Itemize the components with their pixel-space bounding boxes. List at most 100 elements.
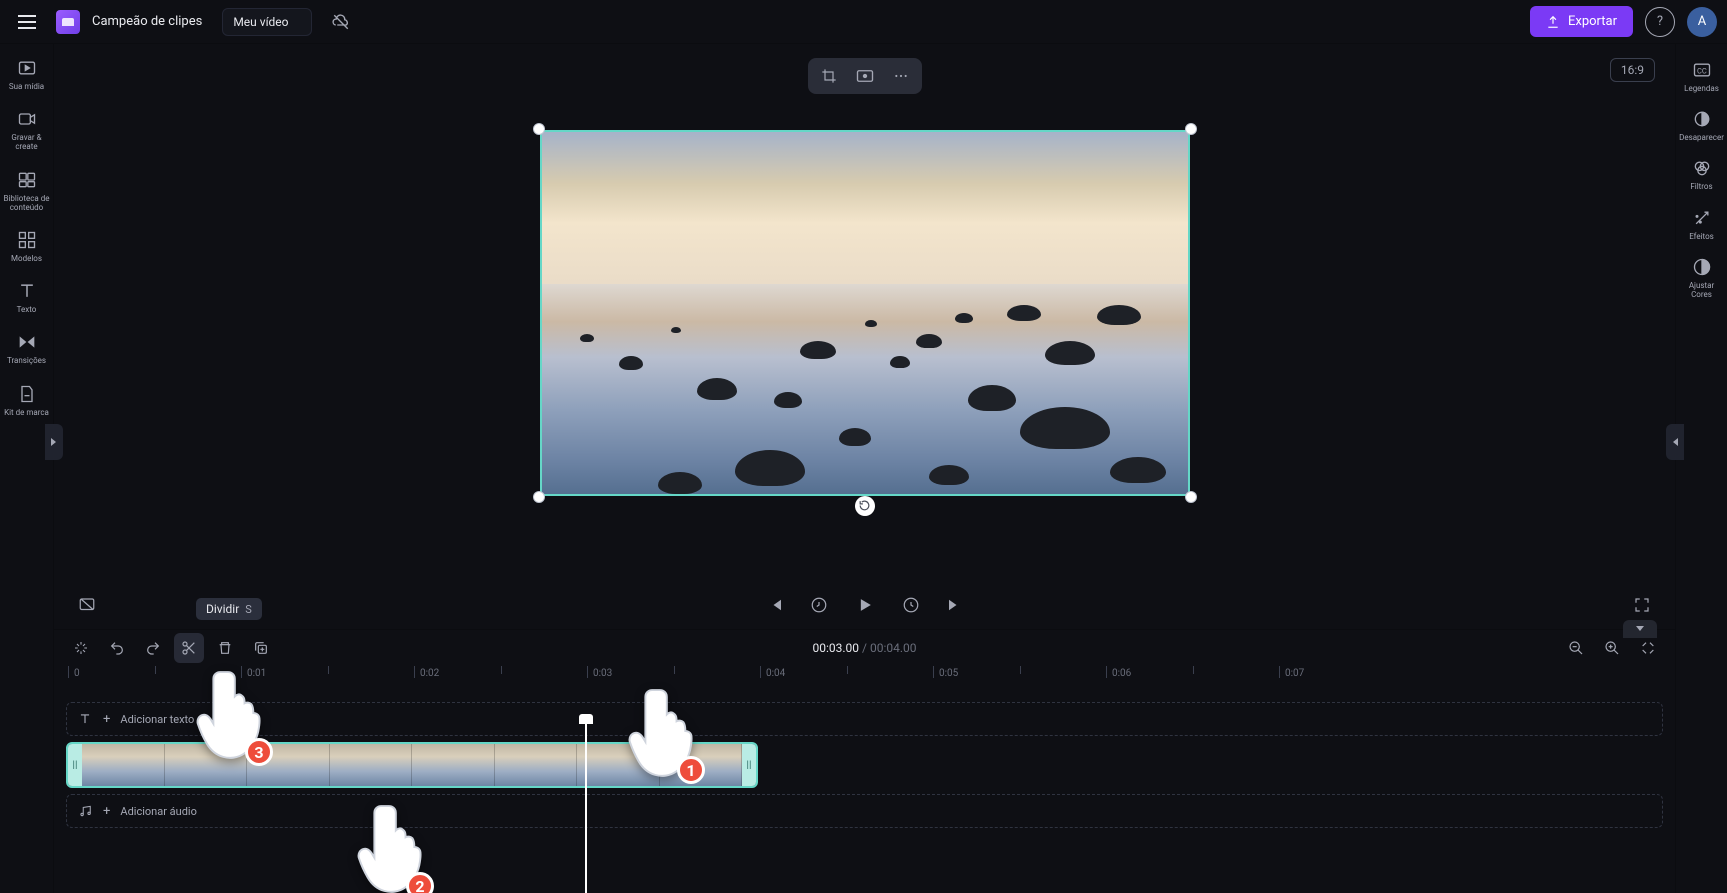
sidebar-item-record-create[interactable]: Gravar & create [1,103,53,157]
music-icon [77,803,93,819]
zoom-in-button[interactable] [1597,633,1627,663]
timeline-time: 00:03.00 / 00:04.00 [813,641,917,655]
sidebar-item-templates[interactable]: Modelos [1,224,53,269]
resize-handle-br[interactable] [1186,492,1196,502]
sidebar-item-label: Filtros [1690,182,1712,191]
sidebar-item-content-library[interactable]: Biblioteca de conteúdo [1,164,53,218]
fade-icon [1692,109,1712,129]
playhead[interactable] [585,714,587,893]
skip-start-button[interactable] [760,590,790,620]
redo-icon [145,640,161,656]
help-button[interactable]: ? [1645,7,1675,37]
clip-handle-right[interactable]: || [742,744,756,786]
ruler-label: 0:01 [247,668,266,679]
sidebar-item-label: Legendas [1684,84,1719,93]
undo-icon [109,640,125,656]
fit-icon [856,68,874,84]
upload-icon [1546,15,1560,29]
sidebar-item-brand-kit[interactable]: Kit de marca [1,378,53,423]
menu-button[interactable] [10,5,44,39]
sidebar-item-filters[interactable]: Filtros [1676,152,1727,197]
crop-icon [821,68,837,84]
resize-handle-tr[interactable] [1186,124,1196,134]
captions-icon: CC [1692,60,1712,80]
clip-thumbnails [82,744,742,786]
sidebar-expand-toggle[interactable] [45,424,63,460]
right-sidebar-expand-toggle[interactable] [1666,424,1684,460]
audio-track-placeholder[interactable]: + Adicionar áudio [66,794,1663,828]
aspect-label: 16:9 [1621,63,1644,77]
text-icon [17,281,37,301]
avatar-initial: A [1698,14,1706,29]
app-logo [56,10,80,34]
play-button[interactable] [848,588,882,622]
preview-toolbar [808,58,922,94]
sidebar-item-your-media[interactable]: Sua mídia [1,52,53,97]
rotate-icon [858,499,871,512]
sidebar-item-adjust-colors[interactable]: Ajustar Cores [1676,251,1727,305]
undo-button[interactable] [102,633,132,663]
library-icon [17,170,37,190]
sidebar-item-label: Texto [17,305,37,314]
sidebar-item-label: Efeitos [1689,232,1714,241]
hamburger-icon [18,15,36,29]
right-sidebar: CC Legendas Desaparecer Filtros Efeitos … [1675,44,1727,893]
rewind-button[interactable] [804,590,834,620]
video-track[interactable]: || || [66,742,1663,788]
zoom-out-icon [1568,640,1584,656]
more-button[interactable] [884,62,918,90]
crop-button[interactable] [812,62,846,90]
sidebar-item-text[interactable]: Texto [1,275,53,320]
brand-kit-icon [17,384,37,404]
magic-button[interactable] [66,633,96,663]
chevron-right-icon [50,437,58,447]
ruler-label: 0:04 [766,668,785,679]
sidebar-item-transitions[interactable]: Transições [1,326,53,371]
clip-handle-left[interactable]: || [68,744,82,786]
timeline-ruler[interactable]: 00:010:020:030:040:050:060:07 [54,666,1675,688]
sidebar-item-fade[interactable]: Desaparecer [1676,103,1727,148]
svg-text:CC: CC [1697,66,1707,75]
video-title-input[interactable] [222,8,312,36]
sidebar-item-captions[interactable]: CC Legendas [1676,54,1727,99]
plus-icon: + [103,804,110,819]
total-time: 00:04.00 [870,641,917,655]
ruler-label: 0 [74,668,80,679]
canvas-wrap [540,130,1190,496]
video-clip[interactable]: || || [66,742,758,788]
scissors-icon [181,640,197,656]
cloud-off-button[interactable] [324,5,358,39]
topbar: Campeão de clipes Exportar ? A [0,0,1727,44]
fullscreen-button[interactable] [1627,590,1657,620]
duplicate-icon [253,640,269,656]
redo-button[interactable] [138,633,168,663]
plus-icon: + [103,712,110,727]
split-tooltip: Dividir S [196,598,262,620]
export-button[interactable]: Exportar [1530,6,1633,37]
fit-button[interactable] [848,62,882,90]
delete-button[interactable] [210,633,240,663]
skip-end-button[interactable] [940,590,970,620]
timeline-zoom-controls [1561,633,1663,663]
avatar[interactable]: A [1687,7,1717,37]
zoom-fit-icon [1640,640,1656,656]
camera-icon [17,109,37,129]
left-sidebar: Sua mídia Gravar & create Biblioteca de … [0,44,54,893]
resize-handle-tl[interactable] [534,124,544,134]
resize-handle-bl[interactable] [534,492,544,502]
aspect-ratio-selector[interactable]: 16:9 [1610,58,1655,82]
rotate-handle[interactable] [855,496,875,516]
image-off-icon [78,596,96,614]
forward-button[interactable] [896,590,926,620]
hide-preview-button[interactable] [72,590,102,620]
zoom-out-button[interactable] [1561,633,1591,663]
duplicate-button[interactable] [246,633,276,663]
adjust-colors-icon [1692,257,1712,277]
text-track-placeholder[interactable]: + Adicionar texto [66,702,1663,736]
split-button[interactable] [174,633,204,663]
tooltip-shortcut: S [245,603,252,616]
sidebar-item-effects[interactable]: Efeitos [1676,202,1727,247]
preview-canvas[interactable] [540,130,1190,496]
center-area: 16:9 [54,44,1675,893]
zoom-fit-button[interactable] [1633,633,1663,663]
